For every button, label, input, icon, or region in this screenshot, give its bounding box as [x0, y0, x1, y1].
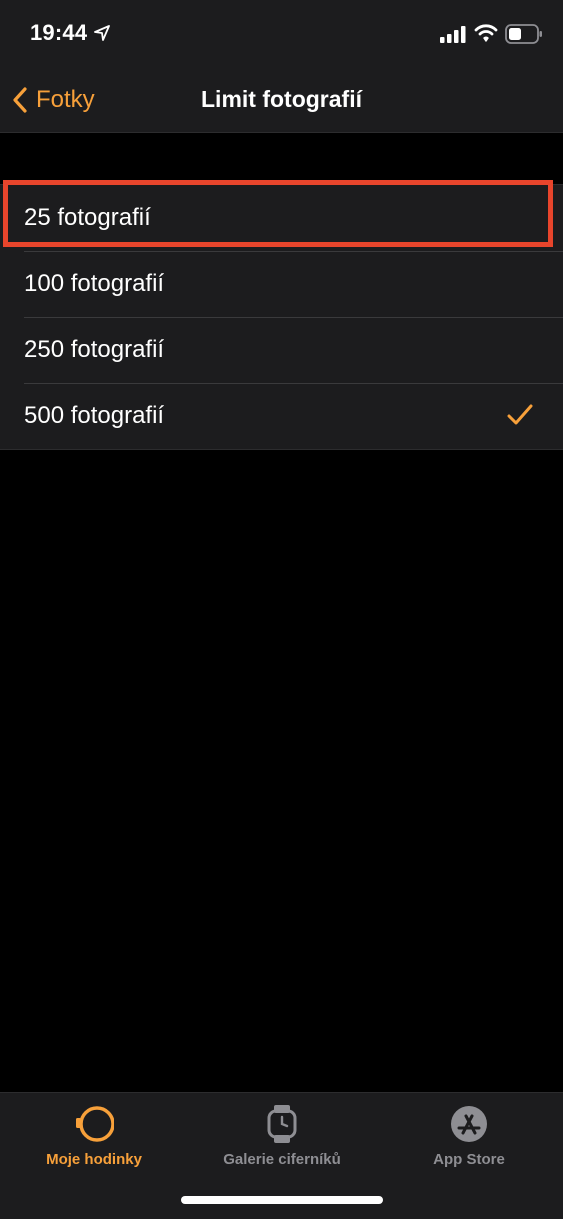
option-label: 25 fotografií	[24, 204, 151, 231]
page-title: Limit fotografií	[201, 86, 362, 112]
tab-face-gallery[interactable]: Galerie ciferníků	[188, 1103, 376, 1168]
status-time: 19:44	[30, 20, 88, 45]
option-100-photos[interactable]: 100 fotografií	[0, 251, 563, 317]
option-250-photos[interactable]: 250 fotografií	[0, 317, 563, 383]
checkmark-icon	[507, 404, 533, 425]
watch-face-gallery-icon	[267, 1105, 297, 1143]
tab-label: Moje hodinky	[46, 1151, 142, 1168]
cellular-signal-icon	[440, 26, 466, 43]
option-500-photos[interactable]: 500 fotografií	[0, 383, 563, 449]
option-label: 500 fotografií	[24, 402, 165, 429]
status-bar: 19:44	[0, 0, 563, 70]
tab-label: Galerie ciferníků	[223, 1151, 341, 1168]
option-label: 250 fotografií	[24, 336, 165, 363]
wifi-icon	[474, 24, 498, 42]
watch-icon	[76, 1106, 114, 1142]
tab-app-store[interactable]: App Store	[375, 1103, 563, 1168]
option-label: 100 fotografií	[24, 270, 165, 297]
navigation-bar: Fotky Limit fotografií	[0, 70, 563, 133]
tab-my-watch[interactable]: Moje hodinky	[0, 1103, 188, 1168]
option-25-photos[interactable]: 25 fotografií	[0, 185, 563, 251]
home-indicator[interactable]	[181, 1196, 383, 1204]
location-arrow-icon	[94, 25, 110, 41]
app-store-icon	[451, 1106, 487, 1142]
photo-limit-list: 25 fotografií 100 fotografií 250 fotogra…	[0, 184, 563, 450]
tab-label: App Store	[433, 1151, 505, 1168]
battery-icon	[505, 24, 542, 44]
